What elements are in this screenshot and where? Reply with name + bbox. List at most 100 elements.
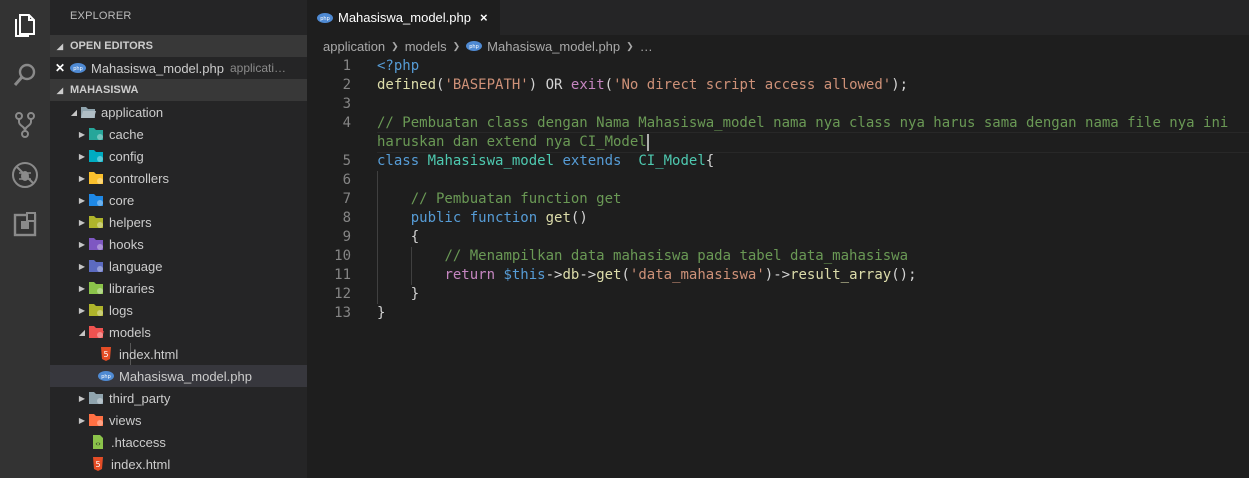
folder-icon <box>88 149 104 163</box>
line-number: 11 <box>334 267 351 283</box>
svg-text:php: php <box>101 374 111 380</box>
code-line[interactable]: haruskan dan extend nya CI_Model <box>377 133 649 152</box>
folder-icon <box>88 237 104 251</box>
folder-icon <box>88 413 104 427</box>
folder-icon <box>88 127 104 141</box>
folder-label: config <box>109 148 144 164</box>
line-number: 10 <box>334 248 351 264</box>
code-line[interactable]: } <box>377 285 419 304</box>
open-editors-header[interactable]: ◢ OPEN EDITORS <box>50 35 307 57</box>
tree-file-mahasiswa-model[interactable]: php Mahasiswa_model.php <box>50 365 307 387</box>
tree-folder-helpers[interactable]: ▶ helpers <box>50 211 307 233</box>
code-line[interactable]: class Mahasiswa_model extends CI_Model{ <box>377 152 714 171</box>
tree-folder-hooks[interactable]: ▶ hooks <box>50 233 307 255</box>
line-number: 6 <box>342 172 351 188</box>
html-file-icon: 5 <box>98 347 114 361</box>
workspace-header[interactable]: ◢ MAHASISWA <box>50 79 307 101</box>
line-number: 2 <box>342 77 351 93</box>
svg-text:5: 5 <box>95 460 100 469</box>
line-number: 1 <box>342 58 351 74</box>
folder-label: logs <box>109 302 133 318</box>
line-number: 4 <box>342 115 351 131</box>
tree-folder-logs[interactable]: ▶ logs <box>50 299 307 321</box>
tree-folder-config[interactable]: ▶ config <box>50 145 307 167</box>
breadcrumb-item[interactable]: application <box>323 39 385 54</box>
chevron-down-icon: ◢ <box>70 107 78 117</box>
source-control-icon[interactable] <box>0 100 50 150</box>
tree-file-index-html[interactable]: 5 index.html <box>50 343 307 365</box>
svg-text:‹›: ‹› <box>95 440 101 448</box>
tree-folder-views[interactable]: ▶ views <box>50 409 307 431</box>
folder-label: language <box>109 258 163 274</box>
search-icon[interactable] <box>0 50 50 100</box>
svg-text:5: 5 <box>103 350 108 359</box>
code-line[interactable]: // Pembuatan function get <box>377 190 622 209</box>
breadcrumb-item[interactable]: models <box>405 39 447 54</box>
tree-folder-third-party[interactable]: ▶ third_party <box>50 387 307 409</box>
code-line[interactable]: defined('BASEPATH') OR exit('No direct s… <box>377 76 908 95</box>
php-file-icon: php <box>70 61 86 75</box>
tree-folder-libraries[interactable]: ▶ libraries <box>50 277 307 299</box>
chevron-right-icon: ▶ <box>78 305 86 315</box>
folder-icon <box>88 325 104 339</box>
folder-label: libraries <box>109 280 155 296</box>
tree-folder-core[interactable]: ▶ core <box>50 189 307 211</box>
code-line[interactable]: // Menampilkan data mahasiswa pada tabel… <box>377 247 908 266</box>
chevron-right-icon: ▶ <box>78 283 86 293</box>
code-line[interactable]: public function get() <box>377 209 588 228</box>
tree-file-root-index-html[interactable]: 5 index.html <box>50 453 307 475</box>
folder-label: controllers <box>109 170 169 186</box>
folder-icon <box>88 391 104 405</box>
tree-folder-language[interactable]: ▶ language <box>50 255 307 277</box>
close-icon[interactable]: ✕ <box>50 61 70 75</box>
code-line[interactable]: { <box>377 228 419 247</box>
open-editor-item[interactable]: ✕ php Mahasiswa_model.php applicati… <box>50 57 307 79</box>
chevron-right-icon: ▶ <box>78 393 86 403</box>
code-line[interactable]: <?php <box>377 57 419 76</box>
breadcrumb-item[interactable]: … <box>640 39 653 54</box>
folder-label: cache <box>109 126 144 142</box>
php-file-icon: php <box>466 39 483 53</box>
tree-folder-cache[interactable]: ▶ cache <box>50 123 307 145</box>
line-number: 8 <box>342 210 351 226</box>
svg-text:php: php <box>320 16 330 22</box>
folder-icon <box>88 171 104 185</box>
tree-folder-models[interactable]: ◢ models <box>50 321 307 343</box>
chevron-right-icon: ▶ <box>78 261 86 271</box>
tab-mahasiswa-model[interactable]: php Mahasiswa_model.php × <box>307 0 500 35</box>
tree-file-htaccess[interactable]: ‹› .htaccess <box>50 431 307 453</box>
folder-label: hooks <box>109 236 144 252</box>
open-editor-description: applicati… <box>229 61 286 75</box>
open-editor-label: Mahasiswa_model.php <box>91 60 224 76</box>
debug-icon[interactable] <box>0 150 50 200</box>
line-number: 12 <box>334 286 351 302</box>
line-number: 5 <box>342 153 351 169</box>
close-icon[interactable]: × <box>480 10 488 25</box>
activity-bar <box>0 0 50 478</box>
folder-label: core <box>109 192 135 208</box>
files-icon[interactable] <box>0 0 50 50</box>
folder-label: models <box>109 324 151 340</box>
text-cursor <box>646 133 649 151</box>
line-number: 9 <box>342 229 351 245</box>
html-file-icon: 5 <box>90 457 106 471</box>
folder-icon <box>88 303 104 317</box>
chevron-right-icon: ❯ <box>452 40 461 51</box>
code-line[interactable]: // Pembuatan class dengan Nama Mahasiswa… <box>377 114 1228 133</box>
chevron-right-icon: ▶ <box>78 217 86 227</box>
line-number: 3 <box>342 96 351 112</box>
chevron-right-icon: ❯ <box>391 40 399 51</box>
tab-bar: php Mahasiswa_model.php × <box>307 0 1249 35</box>
tree-folder-application[interactable]: ◢ application <box>50 101 307 123</box>
breadcrumb-item[interactable]: Mahasiswa_model.php <box>487 39 620 54</box>
chevron-down-icon: ◢ <box>78 327 86 337</box>
code-line[interactable]: } <box>377 304 385 323</box>
extensions-icon[interactable] <box>0 200 50 250</box>
tab-label: Mahasiswa_model.php <box>338 10 471 25</box>
line-number: 13 <box>334 305 351 321</box>
php-file-icon: php <box>317 11 333 25</box>
code-line[interactable]: return $this->db->get('data_mahasiswa')-… <box>377 266 916 285</box>
folder-icon <box>88 193 104 207</box>
tree-folder-controllers[interactable]: ▶ controllers <box>50 167 307 189</box>
chevron-down-icon: ◢ <box>56 85 64 95</box>
